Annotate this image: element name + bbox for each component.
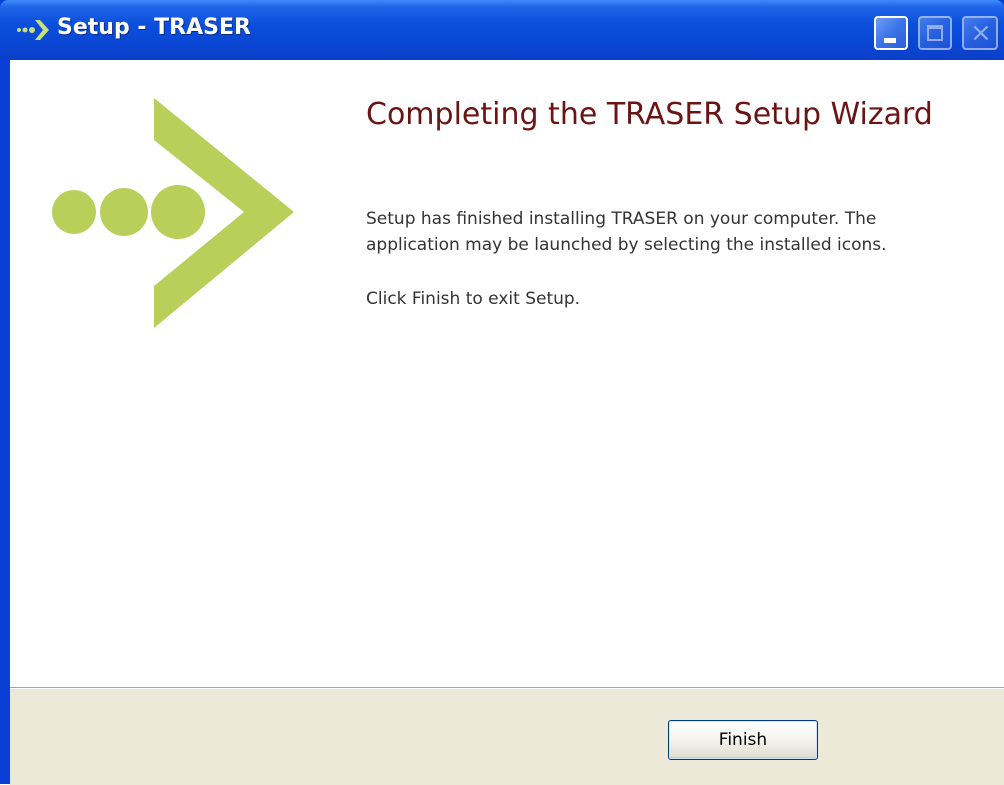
maximize-button[interactable] <box>918 16 952 50</box>
wizard-message: Setup has finished installing TRASER on … <box>366 209 887 255</box>
wizard-page: Completing the TRASER Setup Wizard Setup… <box>10 60 1004 785</box>
green-arrow-dots-graphic <box>52 98 294 328</box>
close-icon: × <box>970 18 992 48</box>
minimize-icon <box>884 38 896 43</box>
wizard-heading: Completing the TRASER Setup Wizard <box>366 97 933 132</box>
minimize-button[interactable] <box>874 16 908 50</box>
green-arrow-icon <box>17 20 49 40</box>
wizard-instruction: Click Finish to exit Setup. <box>366 289 581 309</box>
button-bar: Finish <box>10 687 1004 785</box>
window-title: Setup - TRASER <box>57 15 251 40</box>
finish-button[interactable]: Finish <box>668 720 818 760</box>
title-bar[interactable]: Setup - TRASER × <box>0 0 1004 60</box>
close-button[interactable]: × <box>962 16 998 50</box>
maximize-icon <box>927 25 943 41</box>
setup-window: Setup - TRASER × Completing the TRASER S… <box>0 0 1004 785</box>
